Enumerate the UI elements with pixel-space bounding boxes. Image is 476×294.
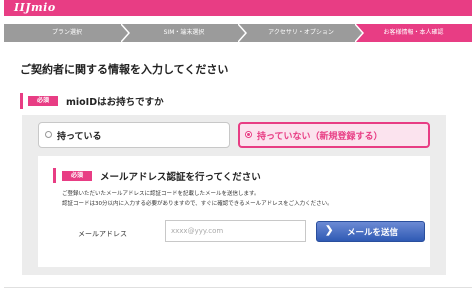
required-badge: 必須 bbox=[28, 96, 58, 106]
radio-unselected-icon[interactable] bbox=[45, 131, 52, 138]
step-customer-info: お客様情報・本人確認 bbox=[355, 24, 472, 42]
step-label: SIM・端末選択 bbox=[163, 29, 205, 36]
email-field[interactable] bbox=[165, 220, 306, 242]
brand-logo[interactable]: IIJmio bbox=[14, 1, 56, 14]
option-no-mioid[interactable]: 持っていない（新規登録する） bbox=[238, 122, 430, 148]
send-email-button-label: メールを送信 bbox=[347, 227, 399, 237]
mioid-section-header: 必須 mioIDはお持ちですか bbox=[20, 93, 460, 109]
step-label: プラン選択 bbox=[51, 29, 82, 36]
radio-selected-icon[interactable] bbox=[245, 131, 252, 138]
step-sim: SIM・端末選択 bbox=[121, 24, 247, 42]
required-badge: 必須 bbox=[62, 171, 92, 181]
step-label: お客様情報・本人確認 bbox=[383, 29, 444, 36]
section-accent-bar bbox=[53, 168, 56, 183]
email-auth-title: メールアドレス認証を行ってください bbox=[100, 172, 261, 183]
mioid-question: mioIDはお持ちですか bbox=[66, 97, 164, 108]
chevron-right-icon: ❯ bbox=[325, 225, 334, 236]
step-label: アクセサリ・オプション bbox=[268, 29, 334, 36]
email-field-label: メールアドレス bbox=[78, 230, 127, 238]
email-auth-description-1: ご登録いただいたメールアドレスに認証コードを記載したメールを送信します。 bbox=[62, 191, 260, 197]
top-header: IIJmio bbox=[4, 0, 472, 16]
option-have-mioid[interactable]: 持っている bbox=[38, 122, 230, 148]
progress-steps: プラン選択 SIM・端末選択 アクセサリ・オプション お客様情報・本人確認 bbox=[4, 24, 472, 42]
option-label: 持っている bbox=[57, 132, 102, 142]
form-panel: 持っている 持っていない（新規登録する） 必須 メールアドレス認証を行ってくださ… bbox=[22, 115, 446, 275]
send-email-button[interactable]: ❯ メールを送信 bbox=[316, 221, 425, 242]
step-plan: プラン選択 bbox=[4, 24, 130, 42]
page-title: ご契約者に関する情報を入力してください bbox=[20, 63, 229, 76]
step-accessory: アクセサリ・オプション bbox=[238, 24, 364, 42]
page: IIJmio プラン選択 SIM・端末選択 アクセサリ・オプション お客様情報・… bbox=[4, 0, 472, 294]
section-accent-bar bbox=[20, 93, 23, 109]
option-label: 持っていない（新規登録する） bbox=[257, 132, 383, 142]
email-auth-box: 必須 メールアドレス認証を行ってください ご登録いただいたメールアドレスに認証コ… bbox=[38, 156, 430, 267]
email-auth-description-2: 認証コードは30分以内に入力する必要がありますので、すぐに確認できるメールアドレ… bbox=[62, 201, 333, 207]
divider bbox=[4, 287, 472, 288]
